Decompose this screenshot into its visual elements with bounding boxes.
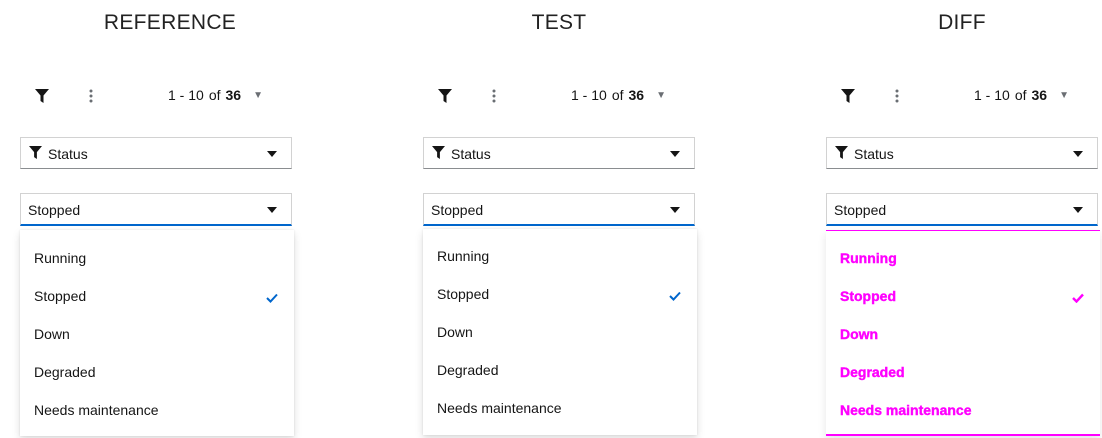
pagination-toggle[interactable]: 1 - 10 of 36 ▼	[974, 87, 1069, 103]
check-icon	[669, 288, 681, 304]
pagination-toggle[interactable]: 1 - 10 of 36 ▼	[571, 87, 666, 103]
panel-title: DIFF	[938, 11, 986, 34]
menu-item-label: Degraded	[840, 364, 905, 380]
menu-item-needs-maintenance[interactable]: Needs maintenance	[826, 391, 1100, 429]
menu-item-label: Needs maintenance	[437, 400, 562, 416]
menu-item-running[interactable]: Running	[826, 239, 1100, 277]
menu-item-label: Stopped	[840, 288, 896, 304]
filter-icon	[432, 146, 445, 165]
toolbar: 1 - 10 of 36 ▼	[423, 86, 723, 108]
status-value-label: Stopped	[431, 202, 484, 218]
pagination-total: 36	[628, 87, 645, 103]
filter-icon[interactable]	[434, 86, 456, 106]
menu-item-label: Stopped	[34, 288, 87, 304]
caret-down-icon	[670, 151, 680, 157]
menu-item-label: Down	[34, 326, 70, 342]
kebab-icon[interactable]	[886, 86, 908, 106]
menu-item-down[interactable]: Down	[20, 315, 294, 353]
menu-item-down[interactable]: Down	[826, 315, 1100, 353]
menu-item-label: Degraded	[437, 362, 499, 378]
status-value-label: Stopped	[28, 202, 81, 218]
status-select-label: Status	[48, 146, 88, 162]
reference-panel: REFERENCE 1 - 10 of 36 ▼ Status Stopped …	[20, 0, 320, 438]
status-select-label: Status	[854, 146, 894, 162]
caret-down-icon	[267, 151, 277, 157]
menu-item-label: Running	[34, 250, 87, 266]
menu-item-label: Degraded	[34, 364, 96, 380]
filter-icon	[835, 146, 848, 165]
filter-icon	[29, 146, 42, 165]
menu-item-down[interactable]: Down	[423, 313, 697, 351]
pagination-range: 1 - 10	[571, 87, 607, 103]
menu-item-running[interactable]: Running	[20, 239, 294, 277]
menu-item-label: Needs maintenance	[34, 402, 159, 418]
diff-panel: DIFF 1 - 10 of 36 ▼ Status Stopped Runni…	[826, 0, 1102, 438]
menu-item-degraded[interactable]: Degraded	[826, 353, 1100, 391]
panel-title: TEST	[531, 11, 587, 34]
status-value-label: Stopped	[834, 202, 887, 218]
filter-icon[interactable]	[837, 86, 859, 106]
pagination-toggle[interactable]: 1 - 10 of 36 ▼	[168, 87, 263, 103]
menu-item-degraded[interactable]: Degraded	[20, 353, 294, 391]
pagination-total: 36	[1031, 87, 1048, 103]
status-select-label: Status	[451, 146, 491, 162]
caret-down-icon	[1073, 151, 1083, 157]
status-value-select[interactable]: Stopped	[20, 193, 292, 226]
status-options-menu: Running Stopped Down Degraded Needs main…	[423, 229, 697, 435]
toolbar: 1 - 10 of 36 ▼	[826, 86, 1102, 108]
menu-item-stopped[interactable]: Stopped	[826, 277, 1100, 315]
menu-item-label: Stopped	[437, 286, 490, 302]
pagination-range: 1 - 10	[974, 87, 1010, 103]
status-filter-select[interactable]: Status	[423, 137, 695, 169]
menu-item-label: Down	[437, 324, 473, 340]
menu-item-stopped[interactable]: Stopped	[20, 277, 294, 315]
filter-icon[interactable]	[31, 86, 53, 106]
panel-title: REFERENCE	[103, 11, 237, 34]
status-options-menu: Running Stopped Down Degraded Needs main…	[20, 230, 294, 436]
menu-item-needs-maintenance[interactable]: Needs maintenance	[423, 389, 697, 427]
kebab-icon[interactable]	[483, 86, 505, 106]
status-filter-select[interactable]: Status	[20, 137, 292, 169]
caret-down-icon	[670, 207, 680, 213]
caret-down-icon	[267, 207, 277, 213]
caret-down-icon: ▼	[253, 89, 263, 101]
pagination-range: 1 - 10	[168, 87, 204, 103]
check-icon	[1072, 290, 1084, 306]
pagination-of: of	[611, 87, 624, 103]
menu-item-label: Running	[437, 248, 490, 264]
menu-item-needs-maintenance[interactable]: Needs maintenance	[20, 391, 294, 429]
menu-item-degraded[interactable]: Degraded	[423, 351, 697, 389]
status-options-menu: Running Stopped Down Degraded Needs main…	[826, 230, 1100, 436]
pagination-total: 36	[225, 87, 242, 103]
caret-down-icon: ▼	[1059, 89, 1069, 101]
menu-item-label: Needs maintenance	[840, 402, 972, 418]
pagination-of: of	[1014, 87, 1027, 103]
status-filter-select[interactable]: Status	[826, 137, 1098, 169]
kebab-icon[interactable]	[80, 86, 102, 106]
caret-down-icon: ▼	[656, 89, 666, 101]
menu-item-label: Running	[840, 250, 897, 266]
toolbar: 1 - 10 of 36 ▼	[20, 86, 320, 108]
menu-item-stopped[interactable]: Stopped	[423, 275, 697, 313]
menu-item-label: Down	[840, 326, 879, 342]
status-value-select[interactable]: Stopped	[423, 193, 695, 226]
check-icon	[266, 290, 278, 306]
caret-down-icon	[1073, 207, 1083, 213]
status-value-select[interactable]: Stopped	[826, 193, 1098, 226]
pagination-of: of	[208, 87, 221, 103]
menu-item-running[interactable]: Running	[423, 237, 697, 275]
test-panel: TEST 1 - 10 of 36 ▼ Status Stopped Runni…	[423, 0, 723, 438]
